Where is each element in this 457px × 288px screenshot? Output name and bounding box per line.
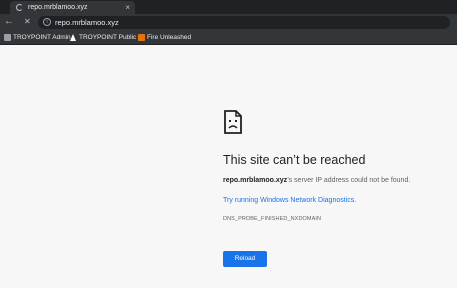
loading-spinner-icon	[16, 4, 23, 11]
address-bar[interactable]: i repo.mrblamoo.xyz	[38, 16, 450, 29]
bookmarks-bar: TROYPOINT Admin TROYPOINT Public Fire Un…	[0, 31, 457, 45]
folder-icon	[4, 34, 11, 41]
tab-title: repo.mrblamoo.xyz	[28, 4, 88, 11]
suggestion-period: .	[354, 197, 357, 204]
error-page: This site can’t be reached repo.mrblamoo…	[0, 45, 457, 288]
browser-titlebar: repo.mrblamoo.xyz ×	[0, 0, 457, 14]
bookmark-troypoint-public[interactable]: TROYPOINT Public	[70, 31, 136, 45]
stop-icon[interactable]: ✕	[24, 16, 31, 28]
error-code: DNS_PROBE_FINISHED_NXDOMAIN	[223, 216, 322, 222]
back-arrow-icon[interactable]: ←	[4, 16, 14, 28]
bookmark-label: Fire Unleashed	[147, 34, 192, 41]
reload-button[interactable]: Reload	[223, 251, 267, 267]
error-host: repo.mrblamoo.xyz	[223, 177, 288, 184]
browser-toolbar: ← ✕ i repo.mrblamoo.xyz	[0, 14, 457, 31]
fire-icon	[138, 34, 145, 41]
bookmark-troypoint-admin[interactable]: TROYPOINT Admin	[4, 31, 71, 45]
triangle-icon	[70, 34, 76, 41]
error-heading: This site can’t be reached	[223, 153, 366, 167]
network-diagnostics-link[interactable]: Try running Windows Network Diagnostics	[223, 197, 354, 204]
error-message: repo.mrblamoo.xyz’s server IP address co…	[223, 177, 410, 184]
bookmark-label: TROYPOINT Admin	[13, 34, 71, 41]
address-url[interactable]: repo.mrblamoo.xyz	[55, 16, 119, 29]
browser-tab[interactable]: repo.mrblamoo.xyz ×	[10, 1, 135, 14]
sad-document-icon	[224, 110, 242, 134]
tab-close-icon[interactable]: ×	[125, 1, 130, 14]
bookmark-fire-unleashed[interactable]: Fire Unleashed	[138, 31, 191, 45]
bookmark-label: TROYPOINT Public	[79, 34, 137, 41]
error-suggestion: Try running Windows Network Diagnostics.	[223, 197, 356, 204]
info-icon[interactable]: i	[43, 18, 51, 26]
error-message-text: ’s server IP address could not be found.	[287, 177, 411, 184]
